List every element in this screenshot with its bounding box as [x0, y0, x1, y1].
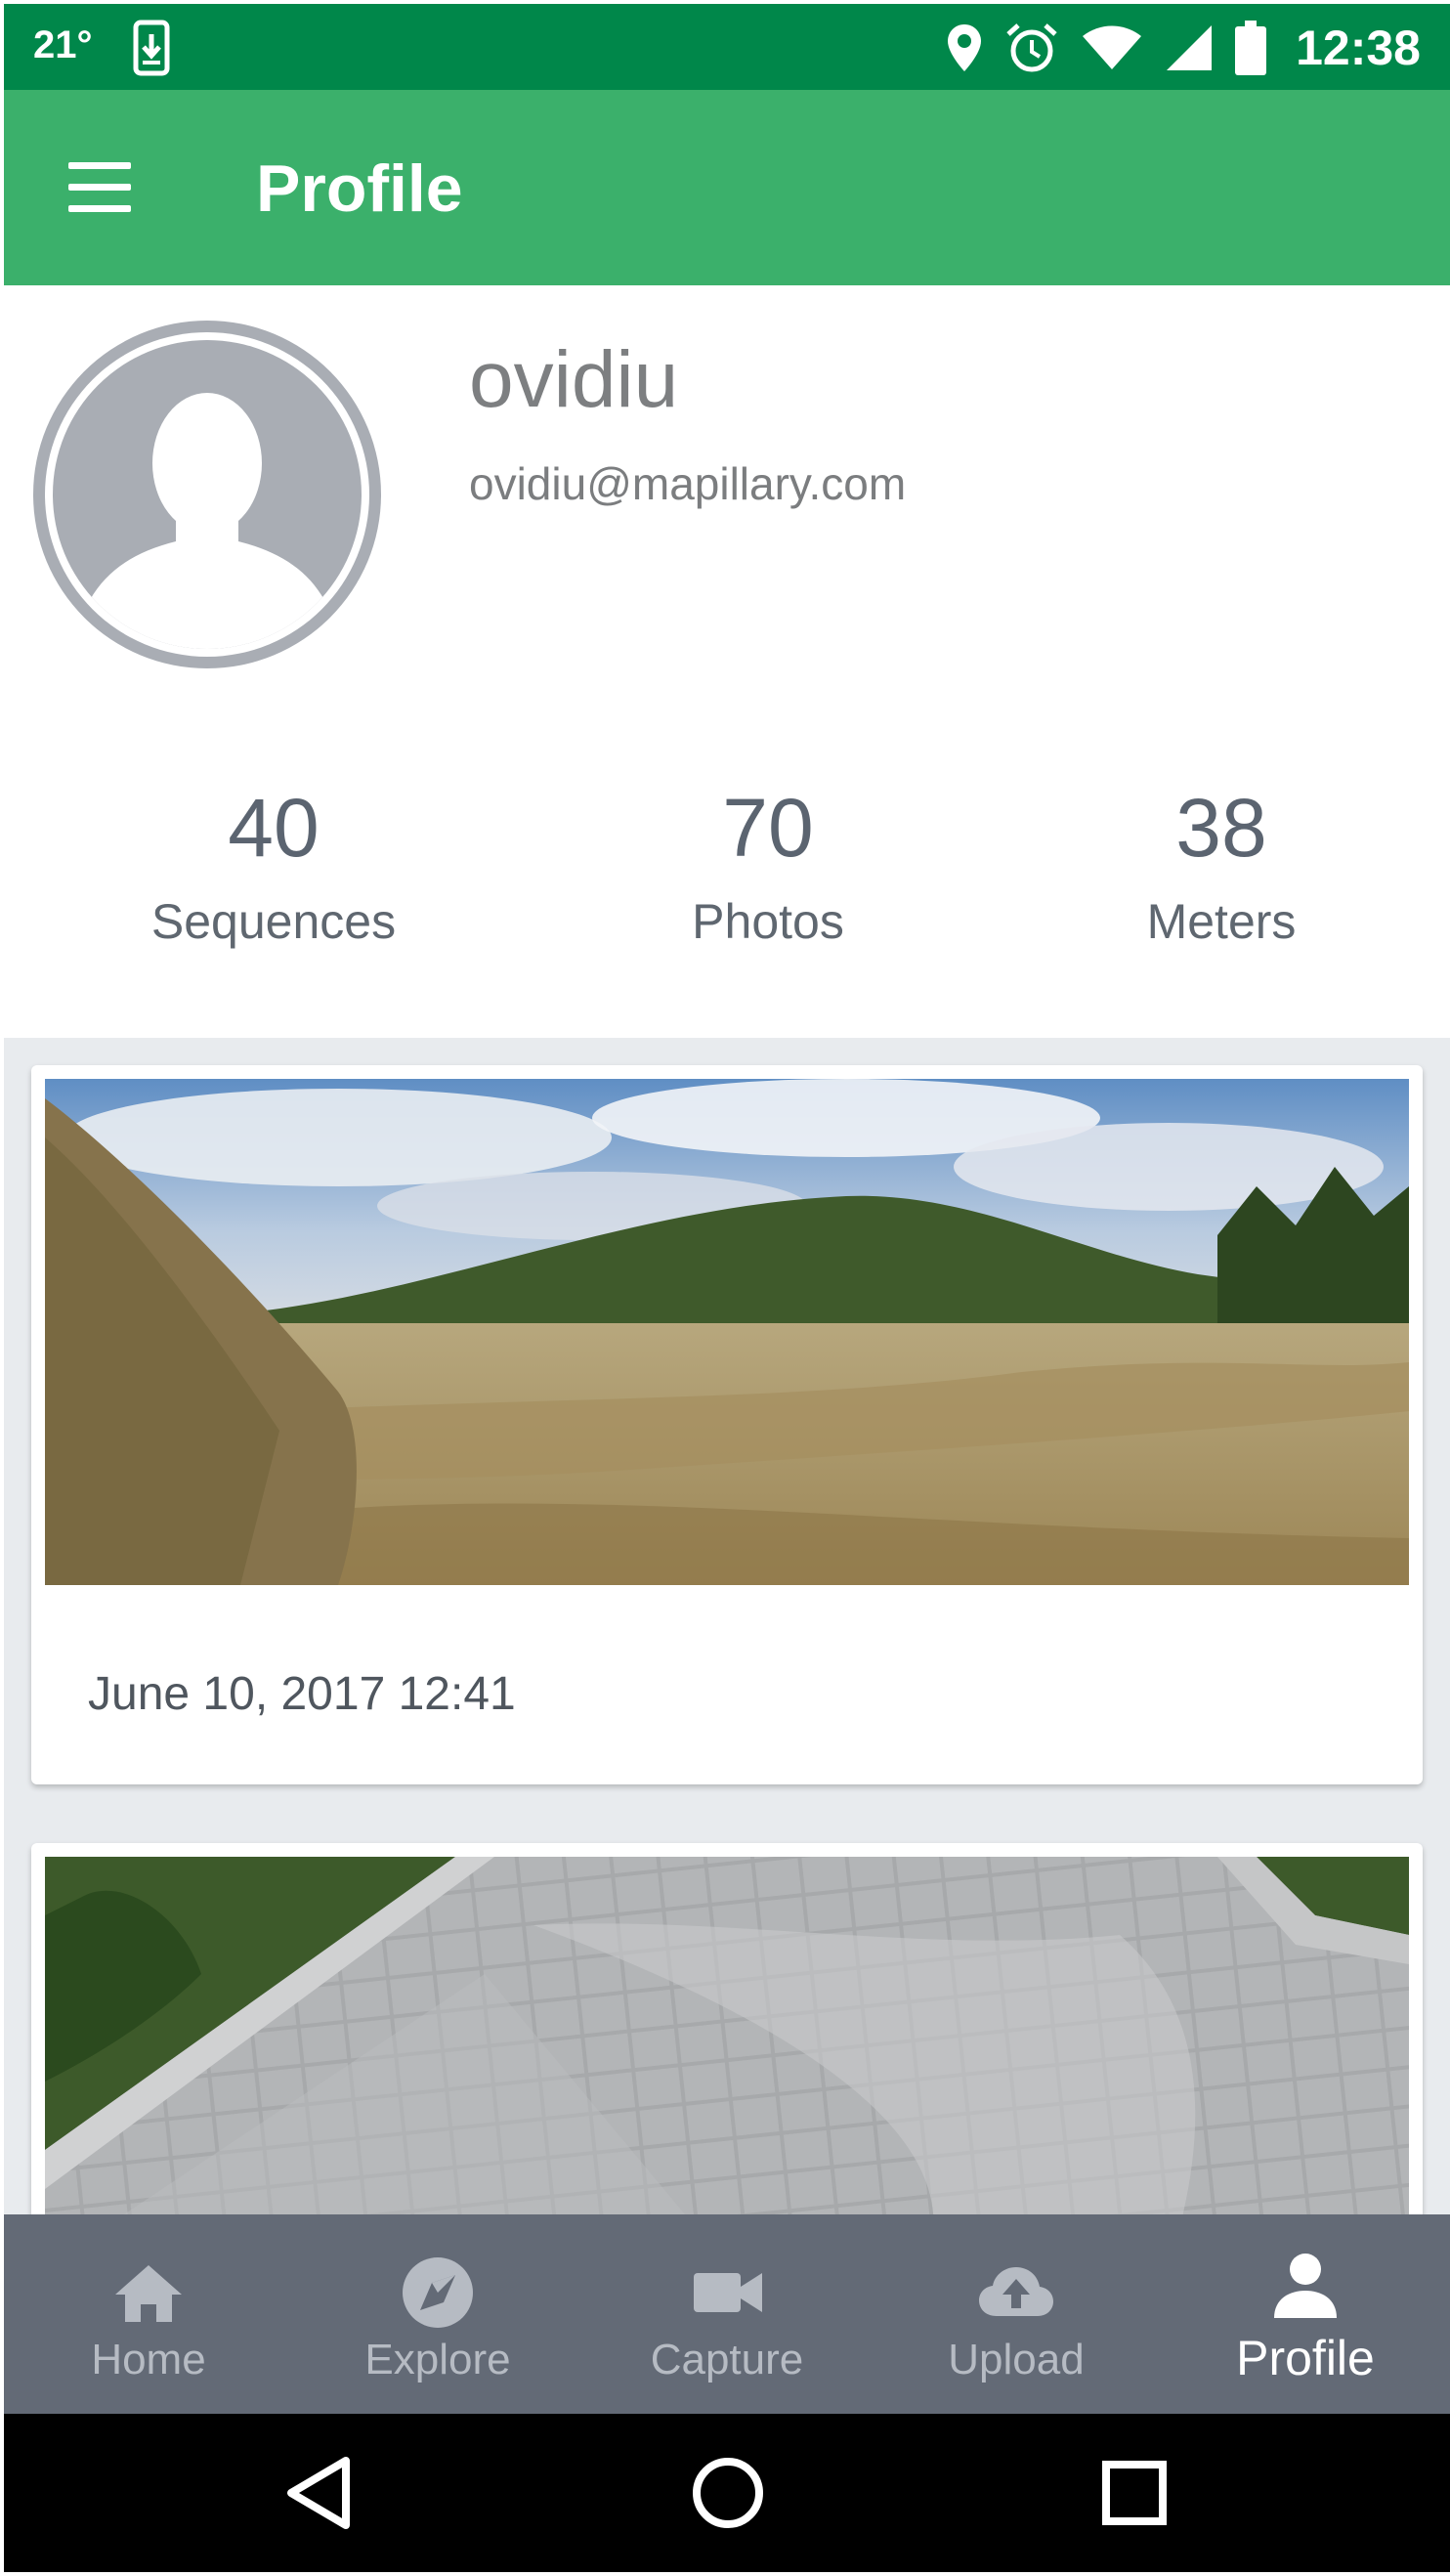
bottom-navigation: Home Explore Capture Upload Profile	[4, 2214, 1450, 2414]
stat-sequences[interactable]: 40 Sequences	[78, 774, 469, 950]
download-notification-icon	[133, 20, 170, 76]
temperature-text: 21°	[33, 23, 93, 66]
status-bar: 21° 12:38	[4, 4, 1450, 90]
nav-explore[interactable]: Explore	[293, 2214, 582, 2414]
nav-label: Upload	[948, 2336, 1085, 2383]
sequence-feed[interactable]: June 10, 2017 12:41	[4, 1038, 1450, 2214]
alarm-icon	[1006, 23, 1057, 72]
cloud-upload-icon	[979, 2267, 1053, 2316]
stat-value: 40	[228, 782, 320, 874]
sequence-card[interactable]: June 10, 2017 12:41	[31, 1065, 1423, 1784]
profile-stats: 40 Sequences 70 Photos 38 Meters	[4, 774, 1450, 969]
nav-home[interactable]: Home	[4, 2214, 293, 2414]
paved-walkway-photo	[45, 1857, 1409, 2214]
username: ovidiu	[469, 335, 679, 424]
signal-icon	[1167, 25, 1213, 70]
stat-value: 70	[722, 782, 814, 874]
nav-upload[interactable]: Upload	[872, 2214, 1161, 2414]
nav-label: Profile	[1236, 2331, 1375, 2385]
page-title: Profile	[256, 151, 463, 226]
back-icon[interactable]	[277, 2449, 365, 2537]
stat-label: Photos	[692, 894, 844, 949]
person-icon	[1274, 2254, 1337, 2318]
app-screen: 21° 12:38 Profile ovidiu ovidiu@mapillar…	[4, 4, 1450, 2572]
compass-icon	[403, 2257, 473, 2328]
home-circle-icon[interactable]	[684, 2449, 772, 2537]
stat-label: Meters	[1146, 894, 1297, 949]
clock-text: 12:38	[1296, 21, 1421, 75]
video-camera-icon	[694, 2273, 762, 2312]
default-avatar-icon[interactable]	[29, 317, 385, 672]
system-navigation-bar	[4, 2414, 1450, 2572]
nav-profile[interactable]: Profile	[1161, 2214, 1450, 2414]
stat-value: 38	[1175, 782, 1267, 874]
location-icon	[948, 24, 982, 71]
user-email: ovidiu@mapillary.com	[469, 458, 907, 509]
stat-meters[interactable]: 38 Meters	[1026, 774, 1417, 950]
stat-label: Sequences	[150, 894, 397, 949]
home-icon	[115, 2265, 182, 2322]
sequence-date: June 10, 2017 12:41	[88, 1668, 516, 1720]
landscape-hills-photo	[45, 1079, 1409, 1585]
nav-capture[interactable]: Capture	[582, 2214, 872, 2414]
stat-photos[interactable]: 70 Photos	[573, 774, 963, 950]
nav-label: Capture	[650, 2336, 804, 2383]
sequence-card[interactable]	[31, 1843, 1423, 2214]
hamburger-menu-icon[interactable]	[61, 149, 139, 227]
wifi-icon	[1083, 25, 1142, 69]
app-bar: Profile	[4, 90, 1450, 285]
status-icons: 12:38	[946, 14, 1421, 82]
nav-label: Explore	[364, 2336, 511, 2383]
profile-header: ovidiu ovidiu@mapillary.com 40 Sequences…	[4, 285, 1450, 1038]
battery-icon	[1235, 21, 1267, 75]
recents-icon[interactable]	[1090, 2449, 1178, 2537]
nav-label: Home	[91, 2336, 206, 2383]
